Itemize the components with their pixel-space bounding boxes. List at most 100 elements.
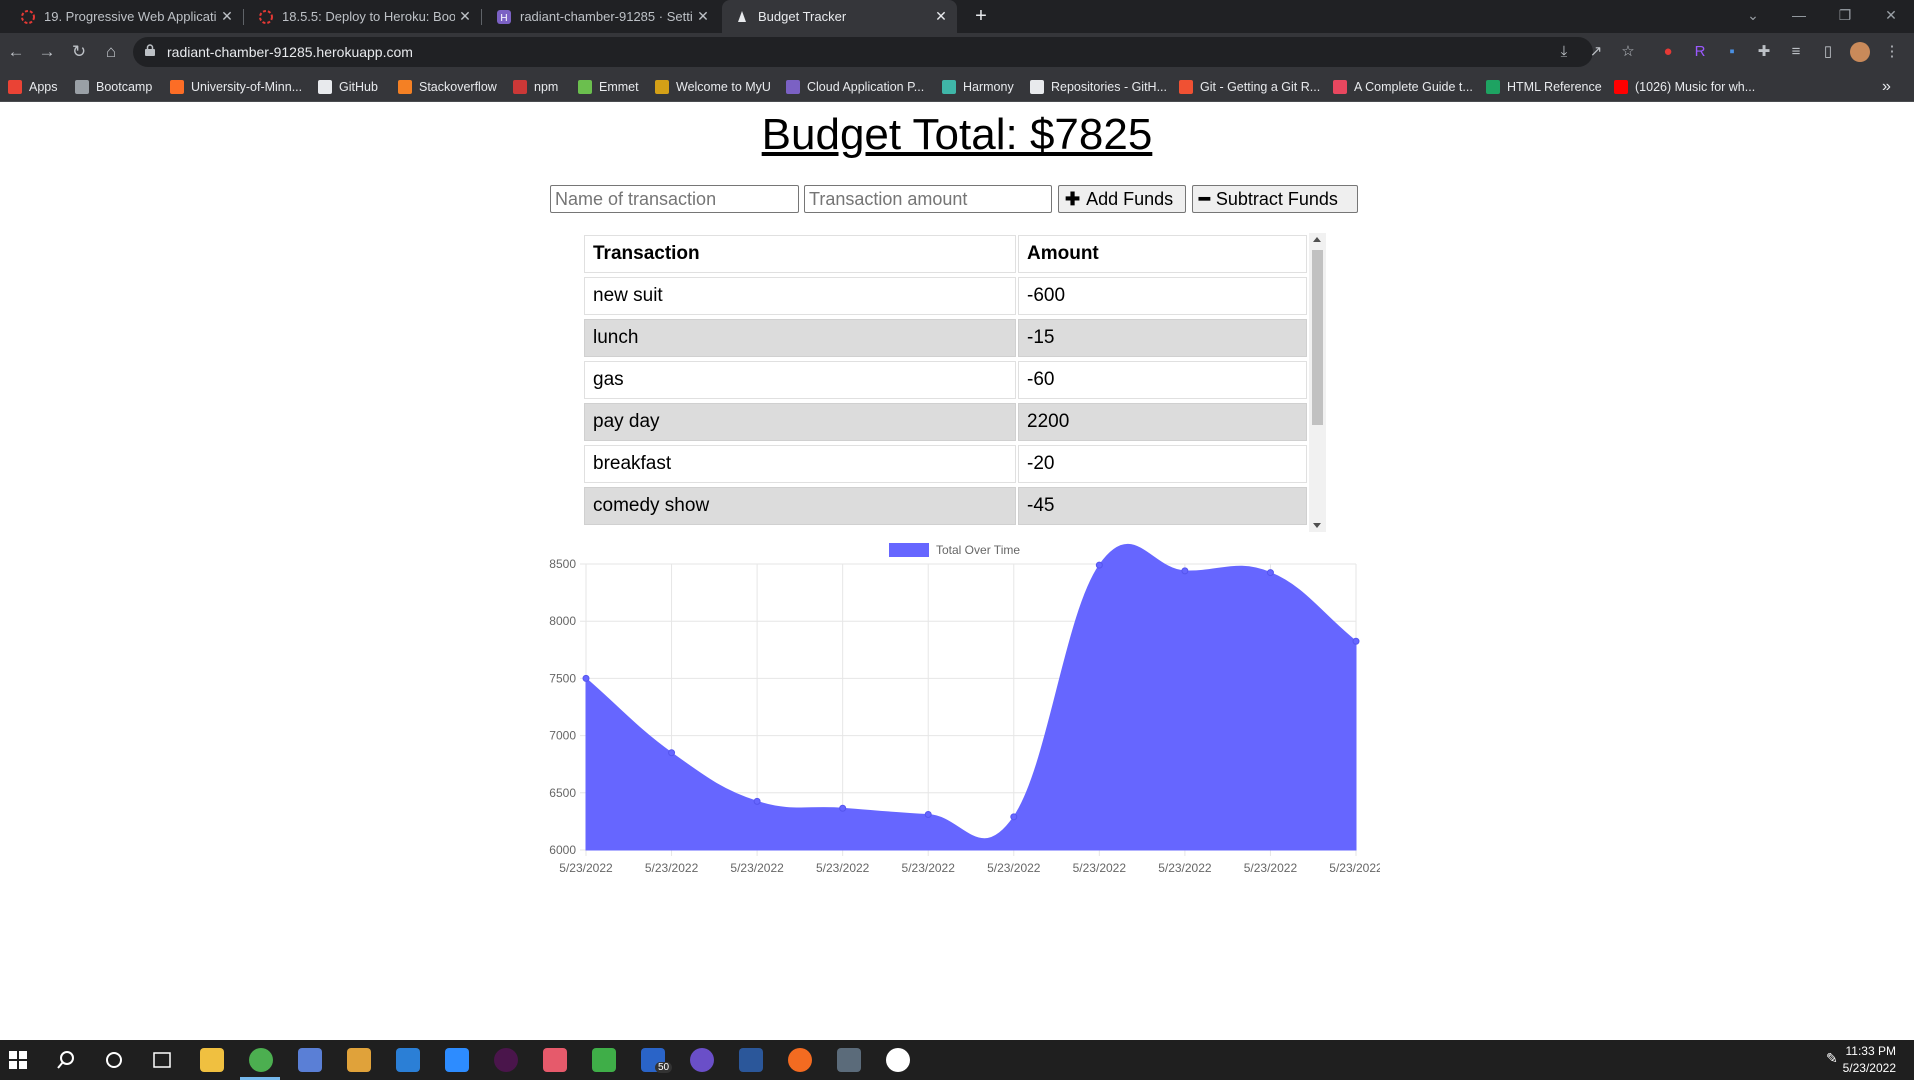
scroll-down-icon[interactable] [1313,523,1321,528]
reading-list-icon[interactable]: ≡ [1786,42,1806,62]
x-tick-label: 5/23/2022 [1244,861,1298,875]
node-icon[interactable] [592,1048,616,1072]
calculator-icon[interactable] [837,1048,861,1072]
bookmark-item[interactable]: Welcome to MyU [655,71,771,102]
bookmark-item[interactable]: Stackoverflow [398,71,497,102]
transaction-amount-input[interactable] [804,185,1052,213]
vscode-icon[interactable] [396,1048,420,1072]
bookmark-item[interactable]: npm [513,71,558,102]
total-over-time-chart: Total Over Time 6000 6500 7000 7500 8000 8500… [549,543,1380,875]
back-icon[interactable]: ← [4,40,28,64]
system-clock[interactable]: 11:33 PM 5/23/2022 [1843,1043,1896,1077]
scroll-up-icon[interactable] [1313,237,1321,242]
app-icon[interactable] [347,1048,371,1072]
app-icon[interactable] [543,1048,567,1072]
app-icon[interactable] [298,1048,322,1072]
bookmarks-bar: Apps Bootcamp University-of-Minn... GitH… [0,71,1914,102]
bookmarks-overflow-icon[interactable]: » [1882,71,1891,102]
close-window-button[interactable]: ✕ [1868,0,1914,30]
transaction-name-cell: breakfast [584,445,1016,483]
pen-icon[interactable]: ✎ [1826,1050,1844,1068]
home-icon[interactable]: ⌂ [99,40,123,64]
legend-swatch [889,543,929,557]
extensions-puzzle-icon[interactable]: ✚ [1754,42,1774,62]
y-tick-label: 8000 [549,614,576,628]
data-point [668,749,676,757]
heroku-favicon-icon: H [497,9,511,24]
table-row: lunch -15 [584,317,1307,357]
install-app-icon[interactable]: ⤓ [1554,42,1574,62]
chart-legend: Total Over Time [889,543,1020,557]
cortana-icon[interactable] [102,1048,126,1072]
task-view-icon[interactable] [150,1048,174,1072]
stackoverflow-icon [398,79,412,94]
header-transaction: Transaction [584,235,1016,273]
bookmark-item[interactable]: Harmony [942,71,1014,102]
browser-tab[interactable]: 19. Progressive Web Applications ✕ [8,0,243,33]
app-icon[interactable] [690,1048,714,1072]
table-header-row: Transaction Amount [584,233,1307,273]
app-icon[interactable] [739,1048,763,1072]
table-scrollbar[interactable] [1309,233,1326,532]
side-panel-icon[interactable]: ▯ [1818,42,1838,62]
bookmark-item[interactable]: Bootcamp [75,71,152,102]
bookmark-item[interactable]: GitHub [318,71,378,102]
close-tab-icon[interactable]: ✕ [455,8,475,25]
menu-kebab-icon[interactable]: ⋮ [1882,42,1902,62]
bookmark-star-icon[interactable]: ☆ [1618,42,1638,62]
bookmark-item[interactable]: Repositories - GitH... [1030,71,1167,102]
chrome-icon[interactable] [249,1048,273,1072]
x-tick-label: 5/23/2022 [987,861,1041,875]
extension-icon[interactable]: ▪ [1722,42,1742,62]
ublock-extension-icon[interactable]: ● [1658,42,1678,62]
reload-icon[interactable]: ↻ [67,40,91,64]
tab-search-icon[interactable]: ⌄ [1730,0,1776,30]
minimize-button[interactable]: — [1776,0,1822,30]
y-tick-label: 6500 [549,786,576,800]
bookmark-item[interactable]: Git - Getting a Git R... [1179,71,1320,102]
browser-tab[interactable]: 18.5.5: Deploy to Heroku: Bootcamp ✕ [246,0,481,33]
x-tick-label: 5/23/2022 [816,861,870,875]
zoom-icon[interactable] [445,1048,469,1072]
mongodb-icon[interactable] [886,1048,910,1072]
add-funds-button[interactable]: ✚ Add Funds [1058,185,1186,213]
bookmark-item[interactable]: Apps [8,71,58,102]
bookmark-item[interactable]: (1026) Music for wh... [1614,71,1755,102]
data-point [753,797,761,805]
bookmark-item[interactable]: Cloud Application P... [786,71,924,102]
bookmark-label: Cloud Application P... [807,79,925,94]
bookmark-label: A Complete Guide t... [1354,79,1473,94]
bookmark-item[interactable]: HTML Reference [1486,71,1602,102]
restore-button[interactable]: ❐ [1822,0,1868,30]
forward-icon[interactable]: → [35,40,59,64]
address-bar[interactable]: radiant-chamber-91285.herokuapp.com [133,37,1593,67]
r-extension-icon[interactable]: R [1690,42,1710,62]
file-explorer-icon[interactable] [200,1048,224,1072]
data-point [924,811,932,819]
new-tab-button[interactable]: + [968,4,994,30]
bookmark-item[interactable]: University-of-Minn... [170,71,302,102]
table-row: breakfast -20 [584,443,1307,483]
bookmark-item[interactable]: A Complete Guide t... [1333,71,1473,102]
x-tick-label: 5/23/2022 [730,861,784,875]
bookmark-label: Apps [29,79,58,94]
mail-badge: 50 [655,1062,673,1073]
share-icon[interactable]: ↗ [1586,42,1606,62]
postman-icon[interactable] [788,1048,812,1072]
browser-tab-active[interactable]: Budget Tracker ✕ [722,0,957,33]
search-icon[interactable] [54,1048,78,1072]
close-tab-icon[interactable]: ✕ [217,8,237,25]
x-tick-label: 5/23/2022 [559,861,613,875]
bookmark-item[interactable]: Emmet [578,71,639,102]
windows-taskbar: 50 ✎ 11:33 PM 5/23/2022 [0,1040,1914,1080]
close-tab-icon[interactable]: ✕ [693,8,713,25]
scrollbar-thumb[interactable] [1312,250,1323,425]
browser-tab[interactable]: H radiant-chamber-91285 · Settings ✕ [484,0,719,33]
close-tab-icon[interactable]: ✕ [931,8,951,25]
transactions-table[interactable]: Transaction Amount new suit -600 lunch -… [584,233,1326,532]
windows-start-icon[interactable] [6,1048,30,1072]
subtract-funds-button[interactable]: ━ Subtract Funds [1192,185,1358,213]
transaction-name-input[interactable] [550,185,799,213]
slack-icon[interactable] [494,1048,518,1072]
profile-avatar[interactable] [1850,42,1870,62]
